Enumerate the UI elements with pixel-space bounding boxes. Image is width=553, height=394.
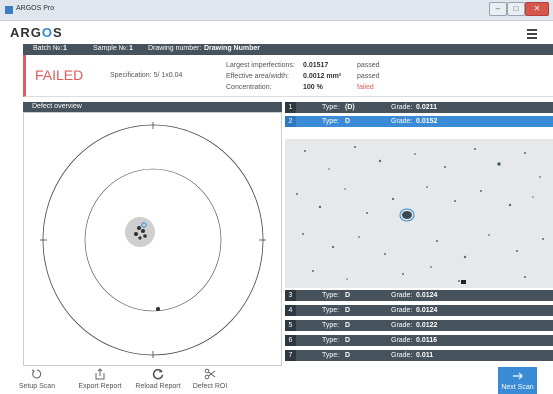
window-title: ARGOS Pro: [16, 5, 55, 12]
type-value: D: [345, 322, 351, 329]
type-value: D: [345, 292, 351, 299]
status-badge: FAILED: [35, 67, 84, 83]
defect-row[interactable]: 4 Type: D Grade: 0.0124: [285, 305, 553, 316]
defect-cluster-area: [125, 217, 155, 247]
reload-report-label: Reload Report: [135, 383, 181, 390]
metric-label: Effective area/width:: [226, 73, 289, 80]
next-scan-label: Next Scan: [501, 384, 534, 391]
drawing-value: Drawing Number: [204, 45, 261, 52]
drawing-label: Drawing number:: [148, 45, 202, 52]
reload-report-button[interactable]: Reload Report: [133, 368, 183, 390]
window-titlebar: ARGOS Pro – □ ✕: [0, 0, 553, 21]
type-label: Type:: [322, 337, 340, 344]
grade-value: 0.0122: [416, 322, 438, 329]
type-value: D: [345, 352, 351, 359]
defect-point: [141, 229, 145, 233]
grade-label: Grade:: [391, 352, 413, 359]
argos-logo: ARGOS: [10, 25, 63, 40]
sample-label: Sample №:: [93, 45, 129, 52]
metric-value: 100 %: [303, 84, 323, 91]
grade-value: 0.0152: [416, 118, 438, 125]
type-label: Type:: [322, 322, 340, 329]
defect-number: 6: [285, 335, 296, 346]
close-button[interactable]: ✕: [525, 2, 549, 16]
grade-value: 0.011: [416, 352, 434, 359]
defect-point: [138, 236, 142, 240]
defect-blob: [402, 211, 412, 219]
arrow-right-icon: [512, 372, 523, 380]
sample-value: 1: [129, 45, 133, 52]
defect-row[interactable]: 5 Type: D Grade: 0.0122: [285, 320, 553, 331]
overview-header: Defect overview: [23, 102, 282, 112]
defect-number: 1: [285, 102, 296, 113]
export-icon: [95, 368, 105, 380]
outer-circle: [42, 124, 264, 356]
defect-row-selected[interactable]: 2 Type: D Grade: 0.0152: [285, 116, 553, 127]
grade-value: 0.0116: [416, 337, 438, 344]
grade-value: 0.0211: [416, 104, 438, 111]
grade-label: Grade:: [391, 322, 413, 329]
grade-label: Grade:: [391, 104, 413, 111]
defect-number: 2: [285, 116, 296, 127]
metric-status: passed: [357, 73, 380, 80]
defect-roi-button[interactable]: Defect ROI: [190, 368, 230, 390]
export-report-button[interactable]: Export Report: [76, 368, 124, 390]
grade-value: 0.0124: [416, 292, 438, 299]
inner-circle: [84, 168, 222, 312]
batch-value: 1: [63, 45, 67, 52]
defect-overview-panel[interactable]: [23, 112, 282, 366]
defect-number: 5: [285, 320, 296, 331]
maximize-button[interactable]: □: [507, 2, 525, 16]
setup-scan-button[interactable]: Setup Scan: [17, 368, 57, 390]
type-label: Type:: [322, 104, 340, 111]
defect-point: [143, 234, 147, 238]
defect-row[interactable]: 7 Type: D Grade: 0.011: [285, 350, 553, 361]
type-value: D: [345, 307, 351, 314]
grade-label: Grade:: [391, 337, 413, 344]
defect-roi-label: Defect ROI: [192, 383, 228, 390]
grade-label: Grade:: [391, 307, 413, 314]
defect-row[interactable]: 1 Type: (D) Grade: 0.0211: [285, 102, 553, 113]
type-value: D: [345, 118, 351, 125]
app-icon: [5, 6, 13, 14]
metric-value: 0.01517: [303, 62, 329, 69]
defect-row[interactable]: 6 Type: D Grade: 0.0116: [285, 335, 553, 346]
next-scan-button[interactable]: Next Scan: [498, 367, 537, 394]
defect-number: 4: [285, 305, 296, 316]
scissors-icon: [204, 368, 216, 380]
metric-value: 0.0012 mm²: [303, 73, 342, 80]
metric-label: Concentration:: [226, 84, 272, 91]
app-header: [0, 21, 553, 43]
defect-point: [137, 226, 141, 230]
type-value: (D): [345, 104, 355, 111]
type-label: Type:: [322, 118, 340, 125]
metric-label: Largest imperfections:: [226, 62, 295, 69]
batch-label: Batch №:: [33, 45, 63, 52]
type-label: Type:: [322, 352, 340, 359]
type-value: D: [345, 337, 351, 344]
defect-number: 3: [285, 290, 296, 301]
grade-label: Grade:: [391, 292, 413, 299]
type-label: Type:: [322, 307, 340, 314]
specification: Specification: 5/ 1x0.04: [110, 72, 183, 79]
metric-status: failed: [357, 84, 374, 91]
batch-info-bar: Batch №: 1 Sample №: 1 Drawing number: D…: [23, 44, 553, 55]
defect-row[interactable]: 3 Type: D Grade: 0.0124: [285, 290, 553, 301]
export-report-label: Export Report: [78, 383, 122, 390]
metric-status: passed: [357, 62, 380, 69]
setup-scan-label: Setup Scan: [18, 383, 56, 390]
defect-image[interactable]: [285, 139, 553, 288]
defect-point: [156, 307, 160, 311]
wafer-map: [40, 122, 266, 358]
grade-label: Grade:: [391, 118, 413, 125]
refresh-icon: [31, 369, 42, 379]
type-label: Type:: [322, 292, 340, 299]
defect-point: [134, 232, 138, 236]
minimize-button[interactable]: –: [489, 2, 507, 16]
grade-value: 0.0124: [416, 307, 438, 314]
reload-icon: [152, 368, 164, 380]
defect-image-svg: [285, 139, 553, 288]
defect-number: 7: [285, 350, 296, 361]
hamburger-menu-icon[interactable]: [527, 29, 537, 39]
